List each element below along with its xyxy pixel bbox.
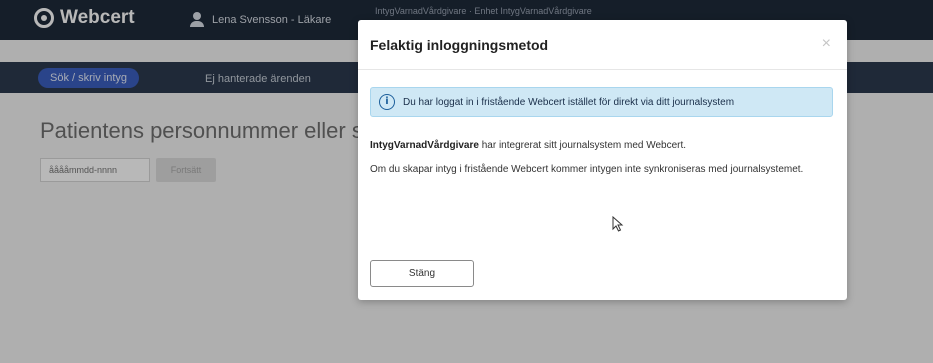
info-text: Du har loggat in i fristående Webcert is… bbox=[403, 97, 735, 108]
dialog-title: Felaktig inloggningsmetod bbox=[370, 37, 549, 53]
close-button[interactable]: Stäng bbox=[370, 260, 474, 287]
login-method-dialog: Felaktig inloggningsmetod × i Du har log… bbox=[358, 20, 847, 300]
care-provider-name: IntygVarnadVårdgivare bbox=[370, 140, 479, 151]
close-icon[interactable]: × bbox=[822, 35, 831, 53]
mouse-cursor-icon bbox=[612, 216, 624, 232]
integration-description: har integrerat sitt journalsystem med We… bbox=[481, 140, 687, 151]
info-icon: i bbox=[379, 94, 395, 110]
info-alert: i Du har loggat in i fristående Webcert … bbox=[370, 87, 833, 117]
sync-warning-text: Om du skapar intyg i fristående Webcert … bbox=[370, 164, 804, 175]
dialog-header: Felaktig inloggningsmetod × bbox=[358, 20, 847, 70]
integration-text: IntygVarnadVårdgivare har integrerat sit… bbox=[370, 140, 686, 151]
